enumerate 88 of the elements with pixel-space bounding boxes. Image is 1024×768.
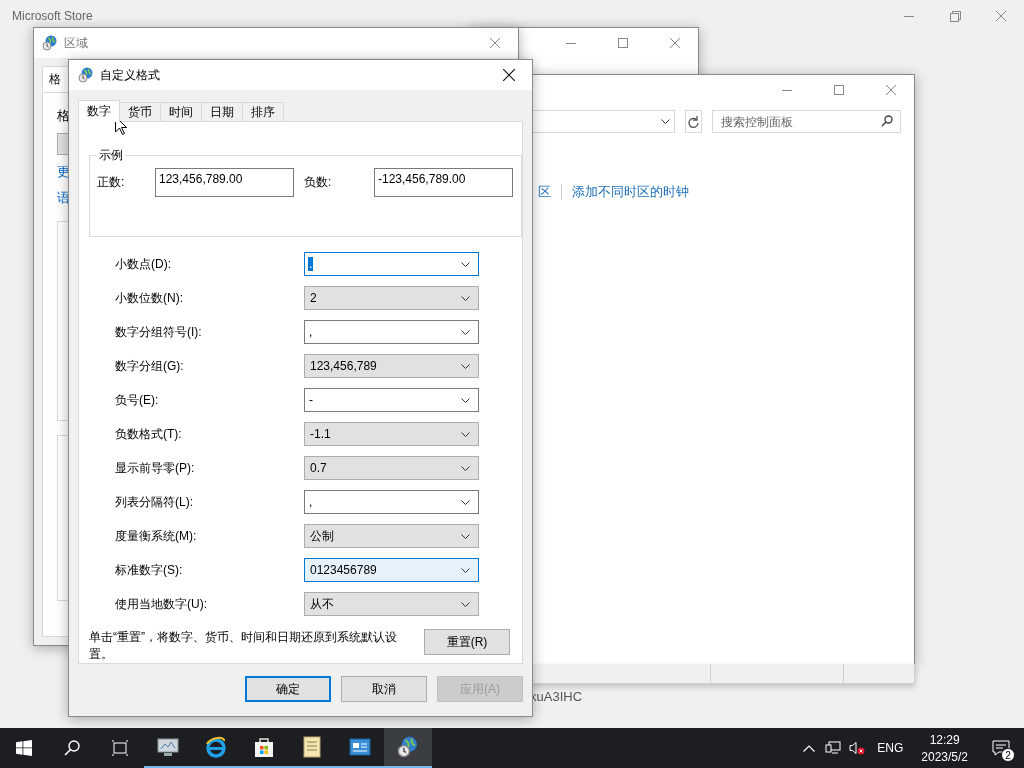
restore-icon bbox=[949, 10, 961, 22]
window-title: 自定义格式 bbox=[100, 66, 161, 84]
chevron-down-icon bbox=[461, 465, 470, 471]
browser-icon bbox=[205, 736, 227, 758]
globe-icon bbox=[397, 736, 419, 758]
sample-field: 123,456,789.00 bbox=[155, 168, 294, 197]
speaker-muted-icon bbox=[849, 741, 866, 755]
field-label: 标准数字(S): bbox=[115, 561, 184, 579]
combo-box[interactable]: , bbox=[304, 320, 479, 344]
windows-icon bbox=[16, 740, 32, 756]
label: 负数: bbox=[304, 174, 333, 191]
notification-count: 2 bbox=[1001, 748, 1015, 762]
link[interactable]: 更 bbox=[57, 163, 70, 181]
field-label: 小数点(D): bbox=[115, 255, 172, 273]
search-icon bbox=[64, 740, 80, 756]
chevron-down-icon bbox=[461, 431, 470, 437]
window-title: Microsoft Store bbox=[12, 9, 93, 23]
combo-box[interactable]: 从不 bbox=[304, 592, 479, 616]
control-panel-icon bbox=[349, 738, 371, 756]
combo-box[interactable]: 0123456789 bbox=[304, 558, 479, 582]
chevron-down-icon bbox=[461, 363, 470, 369]
close-icon bbox=[886, 85, 896, 95]
field-label: 显示前导零(P): bbox=[115, 459, 196, 477]
close-icon bbox=[503, 69, 515, 81]
field-label: 数字分组符号(I): bbox=[115, 323, 203, 341]
link[interactable]: 语 bbox=[57, 189, 70, 207]
combo-box[interactable]: 2 bbox=[304, 286, 479, 310]
chevron-down-icon bbox=[461, 533, 470, 539]
chevron-down-icon bbox=[461, 397, 470, 403]
maximize-icon bbox=[618, 38, 628, 48]
chevron-down-icon bbox=[461, 295, 470, 301]
monitor-icon bbox=[157, 737, 179, 757]
notification-button[interactable]: 2 bbox=[978, 728, 1024, 768]
notepad-icon bbox=[303, 736, 321, 758]
field-label: 度量衡系统(M): bbox=[115, 527, 198, 545]
field-label: 小数位数(N): bbox=[115, 289, 184, 307]
window-title: 区域 bbox=[64, 34, 89, 52]
chevron-down-icon bbox=[461, 261, 470, 267]
sample-field: -123,456,789.00 bbox=[374, 168, 513, 197]
chevron-down-icon bbox=[661, 119, 671, 124]
minimize-icon bbox=[904, 15, 914, 17]
maximize-icon bbox=[834, 85, 844, 95]
dialog-button[interactable]: 确定 bbox=[245, 676, 331, 702]
clock[interactable]: 12:29 2023/5/2 bbox=[911, 732, 978, 764]
store-icon bbox=[254, 736, 274, 758]
chevron-down-icon bbox=[461, 329, 470, 335]
close-icon bbox=[670, 38, 680, 48]
combo-box[interactable]: -1.1 bbox=[304, 422, 479, 446]
tab[interactable]: 排序 bbox=[242, 102, 284, 122]
network-icon bbox=[825, 741, 842, 755]
search-icon bbox=[881, 115, 893, 127]
group-title: 示例 bbox=[98, 147, 124, 164]
combo-box[interactable]: 公制 bbox=[304, 524, 479, 548]
label: 格 bbox=[57, 107, 70, 125]
combo-box[interactable]: 123,456,789 bbox=[304, 354, 479, 378]
note-text: 单击“重置”，将数字、货币、时间和日期还原到系统默认设置。 bbox=[89, 629, 398, 663]
minimize-icon bbox=[566, 42, 576, 44]
globe-icon bbox=[42, 35, 58, 51]
chevron-down-icon bbox=[461, 567, 470, 573]
task-view-icon bbox=[111, 740, 129, 756]
refresh-icon bbox=[688, 115, 700, 128]
tab[interactable]: 货币 bbox=[119, 102, 161, 122]
chevron-up-icon bbox=[803, 744, 816, 752]
search-field[interactable]: 搜索控制面板 bbox=[712, 110, 901, 133]
dialog-button[interactable]: 取消 bbox=[341, 676, 427, 702]
combo-box[interactable]: 0.7 bbox=[304, 456, 479, 480]
language-indicator[interactable]: ENG bbox=[869, 741, 912, 755]
field-label: 负号(E): bbox=[115, 391, 160, 409]
label: 正数: bbox=[97, 174, 126, 191]
combo-box[interactable]: - bbox=[304, 388, 479, 412]
field-label: 负数格式(T): bbox=[115, 425, 183, 443]
field-label: 数字分组(G): bbox=[115, 357, 185, 375]
minimize-icon bbox=[782, 89, 792, 91]
reset-button[interactable]: 重置(R) bbox=[424, 629, 510, 655]
globe-icon bbox=[78, 67, 94, 83]
close-icon bbox=[996, 11, 1006, 21]
refresh-button[interactable] bbox=[685, 110, 702, 133]
field-label: 列表分隔符(L): bbox=[115, 493, 194, 511]
tab[interactable]: 数字 bbox=[78, 100, 120, 122]
link[interactable]: 区 bbox=[538, 183, 551, 201]
chevron-down-icon bbox=[461, 499, 470, 505]
taskbar-app[interactable] bbox=[384, 728, 432, 768]
combo-box[interactable]: , bbox=[304, 490, 479, 514]
link[interactable]: 添加不同时区的时钟 bbox=[572, 183, 689, 201]
close-icon bbox=[490, 38, 500, 48]
combo-box[interactable]: . bbox=[304, 252, 479, 276]
field-label: 使用当地数字(U): bbox=[115, 595, 208, 613]
chevron-down-icon bbox=[461, 601, 470, 607]
